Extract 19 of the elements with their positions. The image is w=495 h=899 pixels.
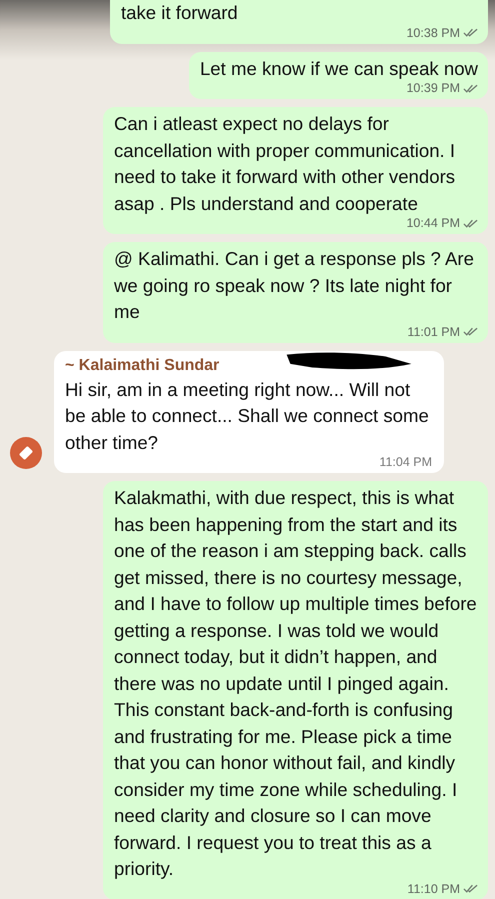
double-check-icon [463,883,478,894]
message-text: @ Kalimathi. Can i get a response pls ? Are we going ro speak now ? Its late night for me [114,247,475,324]
message-time: 11:10 PM [407,882,460,896]
double-check-icon [463,27,478,38]
double-check-icon [463,326,478,337]
message-text: Hi sir, am in a meeting right now... Will not be able to connect... Shall we connect some other time? [65,378,430,454]
double-check-icon [463,218,478,228]
message-time: 10:44 PM [406,216,460,230]
message-time: 11:01 PM [407,324,460,338]
message-text: Can i atleast expect no delays for cancellation with proper communication. I need to take it forward with other vendors asap . Pls understand and cooperate [114,112,456,216]
message-time: 10:38 PM [406,26,460,40]
message-time: 11:04 PM [379,455,432,469]
message-text: Let me know if we can speak now [200,56,478,81]
message-text: Kalakmathi, with due respect, this is what has been happening from the start and its one of the reason i am stepping back. calls get missed, there is no courtesy message, and I have to follow up multiple times before getting a response. I was told we would connect today, but it didn’t happen, and there was no update until I pinged again. This constant back-and-forth is confusing and frustrating for me. Please pick a time that you can honor without fail, and kindly consider my time zone while scheduling. I need clarity and closure so I can move forward. I request you to treat this as a priority. [114,486,478,881]
sender-name: ~ Kalaimathi Sundar [65,356,220,376]
message-text: take it forward [121,1,239,25]
avatar-icon[interactable] [10,437,42,469]
double-check-icon [463,82,478,94]
message-time: 10:39 PM [406,81,460,95]
